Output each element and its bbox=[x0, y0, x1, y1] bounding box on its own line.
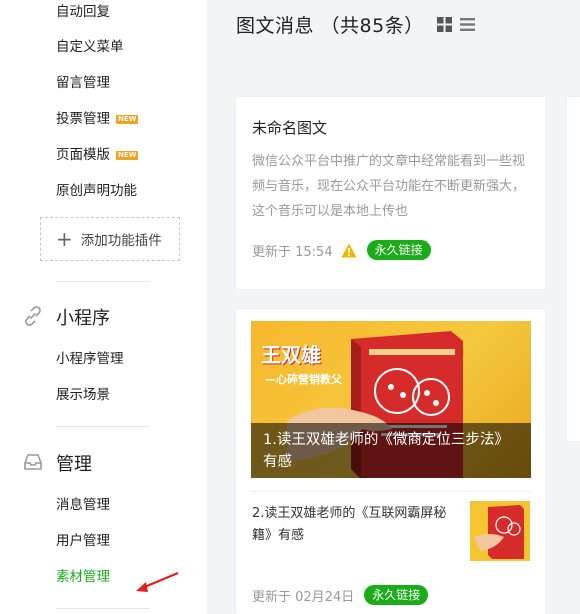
divider bbox=[56, 281, 150, 282]
grid-icon[interactable] bbox=[437, 17, 452, 32]
add-plugin-button[interactable]: + 添加功能插件 bbox=[40, 217, 180, 261]
updated-time: 更新于 02月24日 bbox=[252, 589, 355, 605]
new-badge: NEW bbox=[116, 151, 139, 160]
sidebar-item-display-scenes[interactable]: 展示场景 bbox=[56, 386, 110, 404]
sidebar: 自动回复 自定义菜单 留言管理 投票管理 NEW 页面模版 NEW 原创声明功能 +… bbox=[0, 0, 207, 614]
article-title: 未命名图文 bbox=[252, 119, 328, 137]
sidebar-item-comments[interactable]: 留言管理 bbox=[56, 74, 110, 92]
add-plugin-label: 添加功能插件 bbox=[80, 233, 162, 249]
article-meta: 更新于 02月24日 永久链接 bbox=[252, 585, 429, 605]
divider bbox=[56, 426, 150, 427]
article-card[interactable]: 未命名图文 微信公众平台中推广的文章中经常能看到一些视频与音乐，现在公众平台功能… bbox=[236, 97, 545, 289]
sub-article-thumbnail bbox=[470, 501, 530, 561]
section-title-miniprogram: 小程序 bbox=[56, 308, 110, 329]
sidebar-item-voting[interactable]: 投票管理 NEW bbox=[56, 110, 139, 128]
next-article-card-edge[interactable] bbox=[567, 97, 580, 441]
link-icon bbox=[25, 306, 41, 326]
divider bbox=[251, 491, 531, 492]
permanent-link-badge[interactable]: 永久链接 bbox=[364, 585, 429, 605]
warning-icon[interactable] bbox=[341, 243, 357, 258]
divider bbox=[56, 608, 150, 609]
sidebar-item-materials[interactable]: 素材管理 bbox=[56, 568, 110, 586]
updated-time: 更新于 15:54 bbox=[252, 244, 333, 260]
section-title-manage: 管理 bbox=[56, 454, 92, 475]
thumbnail-image bbox=[470, 501, 530, 561]
sidebar-item-auto-reply[interactable]: 自动回复 bbox=[56, 3, 110, 21]
sidebar-item-custom-menu[interactable]: 自定义菜单 bbox=[56, 38, 124, 56]
page-title: 图文消息 （共85条） bbox=[236, 15, 424, 37]
sub-article-title: 2.读王双雄老师的《互联网霸屏秘籍》有感 bbox=[252, 506, 447, 543]
annotation-arrow-icon bbox=[136, 571, 179, 592]
inbox-icon bbox=[24, 454, 42, 470]
cover-image[interactable]: 王双雄 —心碎营销教父 1.读王双雄老师的《微商定位三步法》有感 bbox=[251, 321, 531, 478]
cover-subtitle: —心碎营销教父 bbox=[265, 373, 342, 386]
permanent-link-badge[interactable]: 永久链接 bbox=[366, 240, 431, 260]
sidebar-item-page-templates[interactable]: 页面模版 NEW bbox=[56, 146, 139, 164]
plus-icon: + bbox=[56, 227, 73, 251]
cover-name: 王双雄 bbox=[261, 343, 321, 367]
sidebar-item-miniprogram-manage[interactable]: 小程序管理 bbox=[56, 350, 124, 368]
article-description: 微信公众平台中推广的文章中经常能看到一些视频与音乐，现在公众平台功能在不断更新强… bbox=[252, 154, 526, 219]
new-badge: NEW bbox=[116, 115, 139, 124]
sidebar-item-original-declaration[interactable]: 原创声明功能 bbox=[56, 182, 137, 200]
list-icon[interactable] bbox=[460, 17, 475, 32]
article-meta: 更新于 15:54 永久链接 bbox=[252, 240, 431, 260]
cover-caption: 1.读王双雄老师的《微商定位三步法》有感 bbox=[251, 423, 531, 478]
article-card[interactable]: 王双雄 —心碎营销教父 1.读王双雄老师的《微商定位三步法》有感 2.读王双雄老… bbox=[236, 309, 545, 614]
sidebar-item-users[interactable]: 用户管理 bbox=[56, 532, 110, 550]
sidebar-item-messages[interactable]: 消息管理 bbox=[56, 496, 110, 514]
